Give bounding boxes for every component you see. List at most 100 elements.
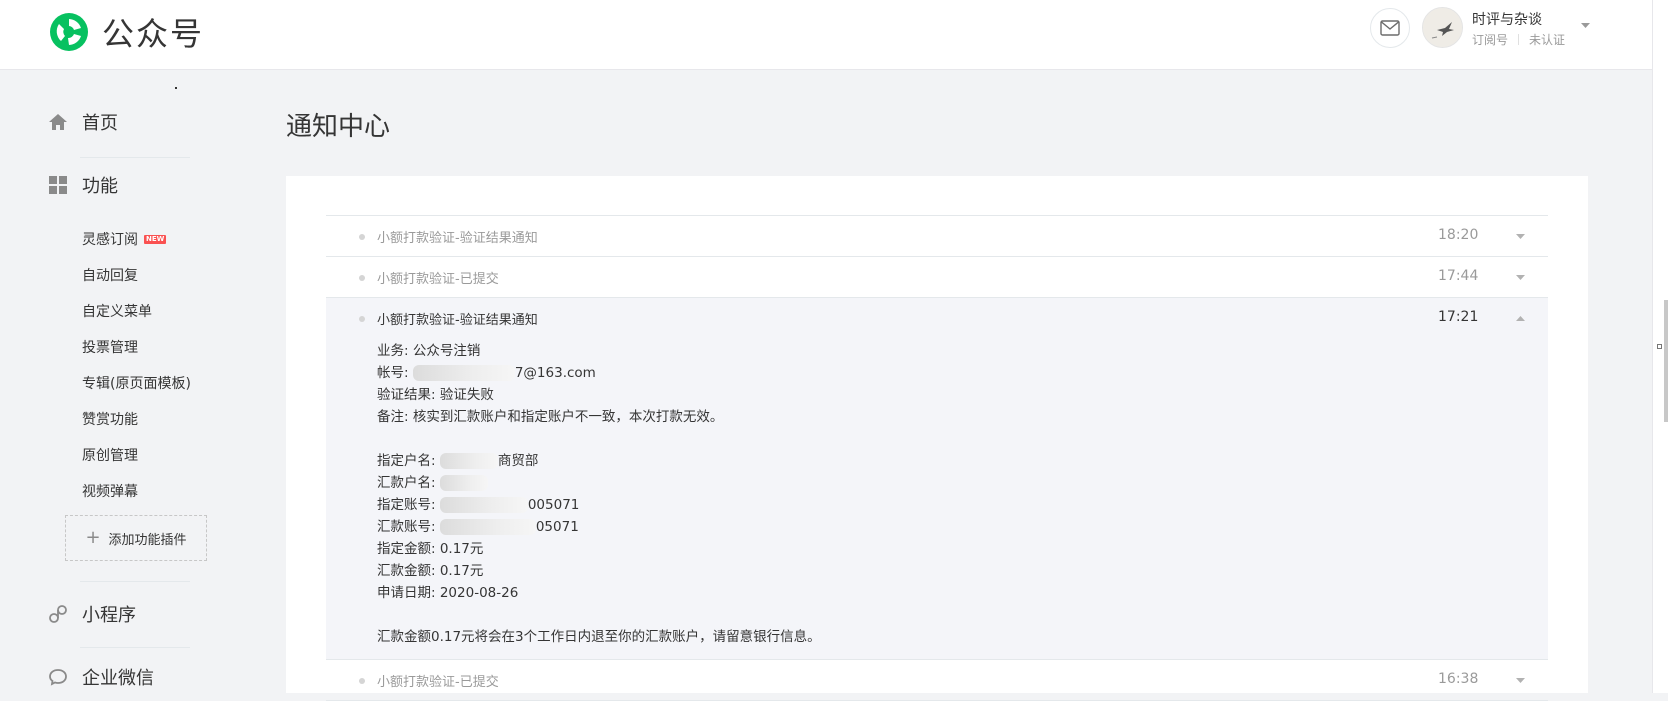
add-plugin-label: 添加功能插件 xyxy=(108,532,187,548)
notification-list: 小额打款验证-验证结果通知 18:20 小额打款验证-已提交 17:44 小额打… xyxy=(326,215,1548,701)
meta-divider xyxy=(1518,34,1520,45)
detail-account: 帐号: 7@163.com xyxy=(377,362,821,384)
top-header: 公众号 时评与杂谈 订阅号 未认证 xyxy=(0,0,1652,70)
redacted-text xyxy=(439,453,498,469)
sidebar-item-label: 首页 xyxy=(82,113,118,134)
sidebar-divider xyxy=(80,647,190,648)
chevron-down-icon[interactable] xyxy=(1581,23,1590,28)
account-type: 订阅号 xyxy=(1472,33,1509,47)
sidebar-item-label: 自定义菜单 xyxy=(82,304,152,320)
detail-business: 业务: 公众号注销 xyxy=(377,343,481,359)
sidebar-item-custom-menu[interactable]: 自定义菜单 xyxy=(82,301,152,321)
notification-row[interactable]: 小额打款验证-已提交 16:38 xyxy=(326,660,1548,701)
grid-icon xyxy=(48,175,68,195)
sidebar: 首页 功能 灵感订阅 NEW 自动回复 自定义菜单 投票管理 专辑(原页面模板)… xyxy=(0,71,260,693)
detail-remit-amount: 汇款金额: 0.17元 xyxy=(377,563,484,579)
sidebar-item-label: 自动回复 xyxy=(82,268,138,284)
sidebar-item-original[interactable]: 原创管理 xyxy=(82,445,138,465)
detail-label: 指定账号: xyxy=(377,497,440,513)
notification-title: 小额打款验证-验证结果通知 xyxy=(377,313,538,328)
notification-row[interactable]: 小额打款验证-验证结果通知 18:20 xyxy=(326,216,1548,257)
detail-label: 指定户名: xyxy=(377,453,440,469)
decorative-dot xyxy=(175,87,177,89)
chevron-down-icon[interactable] xyxy=(1516,234,1525,239)
verify-status: 未认证 xyxy=(1529,33,1566,47)
avatar[interactable] xyxy=(1422,7,1463,48)
bullet-dot xyxy=(359,316,365,322)
bullet-dot xyxy=(359,275,365,281)
scroll-marker xyxy=(1657,344,1662,349)
notification-row[interactable]: 小额打款验证-已提交 17:44 xyxy=(326,257,1548,298)
plus-icon: + xyxy=(85,527,101,548)
sidebar-item-label: 小程序 xyxy=(82,605,136,626)
detail-label: 汇款账号: xyxy=(377,519,440,535)
bird-icon xyxy=(1423,8,1462,47)
detail-label: 汇款户名: xyxy=(377,475,440,491)
sidebar-item-home[interactable]: 首页 xyxy=(48,109,118,135)
sidebar-item-auto-reply[interactable]: 自动回复 xyxy=(82,265,138,285)
detail-remit-name: 汇款户名: xyxy=(377,472,821,494)
detail-result: 验证结果: 验证失败 xyxy=(377,387,494,403)
sidebar-item-label: 投票管理 xyxy=(82,340,138,356)
notification-time: 17:44 xyxy=(1438,268,1479,284)
sidebar-item-label: 视频弹幕 xyxy=(82,484,138,500)
message-button[interactable] xyxy=(1370,8,1410,48)
sidebar-item-video-danmaku[interactable]: 视频弹幕 xyxy=(82,481,138,501)
bullet-dot xyxy=(359,678,365,684)
account-meta: 订阅号 未认证 xyxy=(1472,31,1565,48)
detail-apply-date: 申请日期: 2020-08-26 xyxy=(377,585,519,601)
home-icon xyxy=(48,112,68,132)
redacted-text xyxy=(439,519,536,535)
detail-value: 005071 xyxy=(527,497,580,513)
notification-time: 18:20 xyxy=(1438,227,1479,243)
sidebar-divider xyxy=(80,157,190,158)
sidebar-item-label: 企业微信 xyxy=(82,668,154,689)
detail-remit-account: 汇款账号: 05071 xyxy=(377,516,821,538)
detail-designated-name: 指定户名: 商贸部 xyxy=(377,450,821,472)
detail-remark: 备注: 核实到汇款账户和指定账户不一致，本次打款无效。 xyxy=(377,409,724,425)
sidebar-item-label: 原创管理 xyxy=(82,448,138,464)
detail-value: 05071 xyxy=(535,519,579,535)
sidebar-item-vote[interactable]: 投票管理 xyxy=(82,337,138,357)
redacted-text xyxy=(412,365,515,381)
wechat-mp-logo[interactable]: 公众号 xyxy=(48,9,204,55)
detail-value: 7@163.com xyxy=(514,365,596,381)
notification-panel: 小额打款验证-验证结果通知 18:20 小额打款验证-已提交 17:44 小额打… xyxy=(286,176,1588,701)
notification-title: 小额打款验证-验证结果通知 xyxy=(377,231,538,246)
sidebar-item-label: 功能 xyxy=(82,176,118,197)
notification-title: 小额打款验证-已提交 xyxy=(377,675,499,690)
notification-title: 小额打款验证-已提交 xyxy=(377,272,499,287)
add-plugin-button[interactable]: + 添加功能插件 xyxy=(65,515,207,561)
detail-designated-account: 指定账号: 005071 xyxy=(377,494,821,516)
detail-label: 帐号: xyxy=(377,365,413,381)
detail-footer: 汇款金额0.17元将会在3个工作日内退至你的汇款账户，请留意银行信息。 xyxy=(377,629,821,645)
mail-icon xyxy=(1380,20,1400,36)
page-title: 通知中心 xyxy=(286,112,391,142)
chevron-down-icon[interactable] xyxy=(1516,275,1525,280)
sidebar-item-label: 赞赏功能 xyxy=(82,412,138,428)
bullet-dot xyxy=(359,234,365,240)
notification-detail: 业务: 公众号注销 帐号: 7@163.com 验证结果: 验证失败 备注: 核… xyxy=(377,340,821,648)
logo-icon xyxy=(50,13,88,51)
notification-time: 16:38 xyxy=(1438,671,1479,687)
sidebar-item-album[interactable]: 专辑(原页面模板) xyxy=(82,373,191,393)
sidebar-item-mini-program[interactable]: 小程序 xyxy=(48,601,136,627)
detail-value: 商贸部 xyxy=(497,453,539,469)
new-badge: NEW xyxy=(144,234,167,244)
logo-text: 公众号 xyxy=(102,15,205,53)
sidebar-item-reward[interactable]: 赞赏功能 xyxy=(82,409,138,429)
chevron-up-icon[interactable] xyxy=(1516,316,1525,321)
scrollbar-thumb[interactable] xyxy=(1664,300,1668,422)
redacted-text xyxy=(439,497,528,513)
chevron-down-icon[interactable] xyxy=(1516,678,1525,683)
sidebar-item-wecom[interactable]: 企业微信 xyxy=(48,664,154,690)
chat-bubble-icon xyxy=(48,667,68,687)
notification-row-expanded[interactable]: 小额打款验证-验证结果通知 17:21 业务: 公众号注销 帐号: 7@163.… xyxy=(326,298,1548,660)
notification-time: 17:21 xyxy=(1438,309,1479,325)
sidebar-item-functions[interactable]: 功能 xyxy=(48,172,118,198)
account-name[interactable]: 时评与杂谈 xyxy=(1472,9,1542,29)
sidebar-item-inspiration[interactable]: 灵感订阅 NEW xyxy=(82,229,167,249)
detail-designated-amount: 指定金额: 0.17元 xyxy=(377,541,484,557)
